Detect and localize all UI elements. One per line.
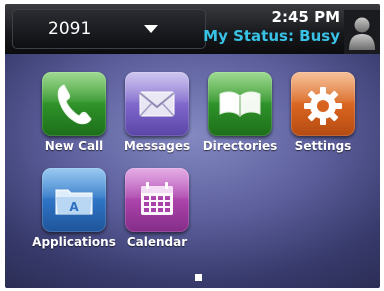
chevron-down-icon [144,25,158,33]
settings-tile [291,72,355,136]
svg-text:A: A [69,200,79,214]
app-label: Calendar [126,235,188,249]
app-label: New Call [44,139,104,153]
app-label: Directories [202,139,278,153]
messages-tile [125,72,189,136]
presence-status[interactable]: My Status: Busy [203,27,340,45]
user-avatar[interactable] [344,10,380,54]
open-book-icon [219,91,261,118]
phone-handset-icon [57,84,92,125]
app-label: Settings [294,139,352,153]
status-bar: 2091 2:45 PM My Status: Busy [5,4,380,54]
page-indicator [195,274,202,281]
line-selector[interactable]: 2091 [12,9,206,49]
applications-folder-icon: A [55,189,93,215]
gear-icon [304,87,342,125]
app-label: Applications [32,235,116,249]
phone-home-screen: 2091 2:45 PM My Status: Busy New Call Me… [5,4,380,288]
new-call-tile [42,72,106,136]
person-silhouette-icon [349,17,375,50]
line-number: 2091 [48,19,92,39]
directories-tile [208,72,272,136]
applications-tile: A [42,168,106,232]
app-label: Messages [123,139,191,153]
calendar-tile [125,168,189,232]
envelope-icon [139,91,175,117]
clock: 2:45 PM [271,8,340,26]
calendar-icon [141,182,173,215]
